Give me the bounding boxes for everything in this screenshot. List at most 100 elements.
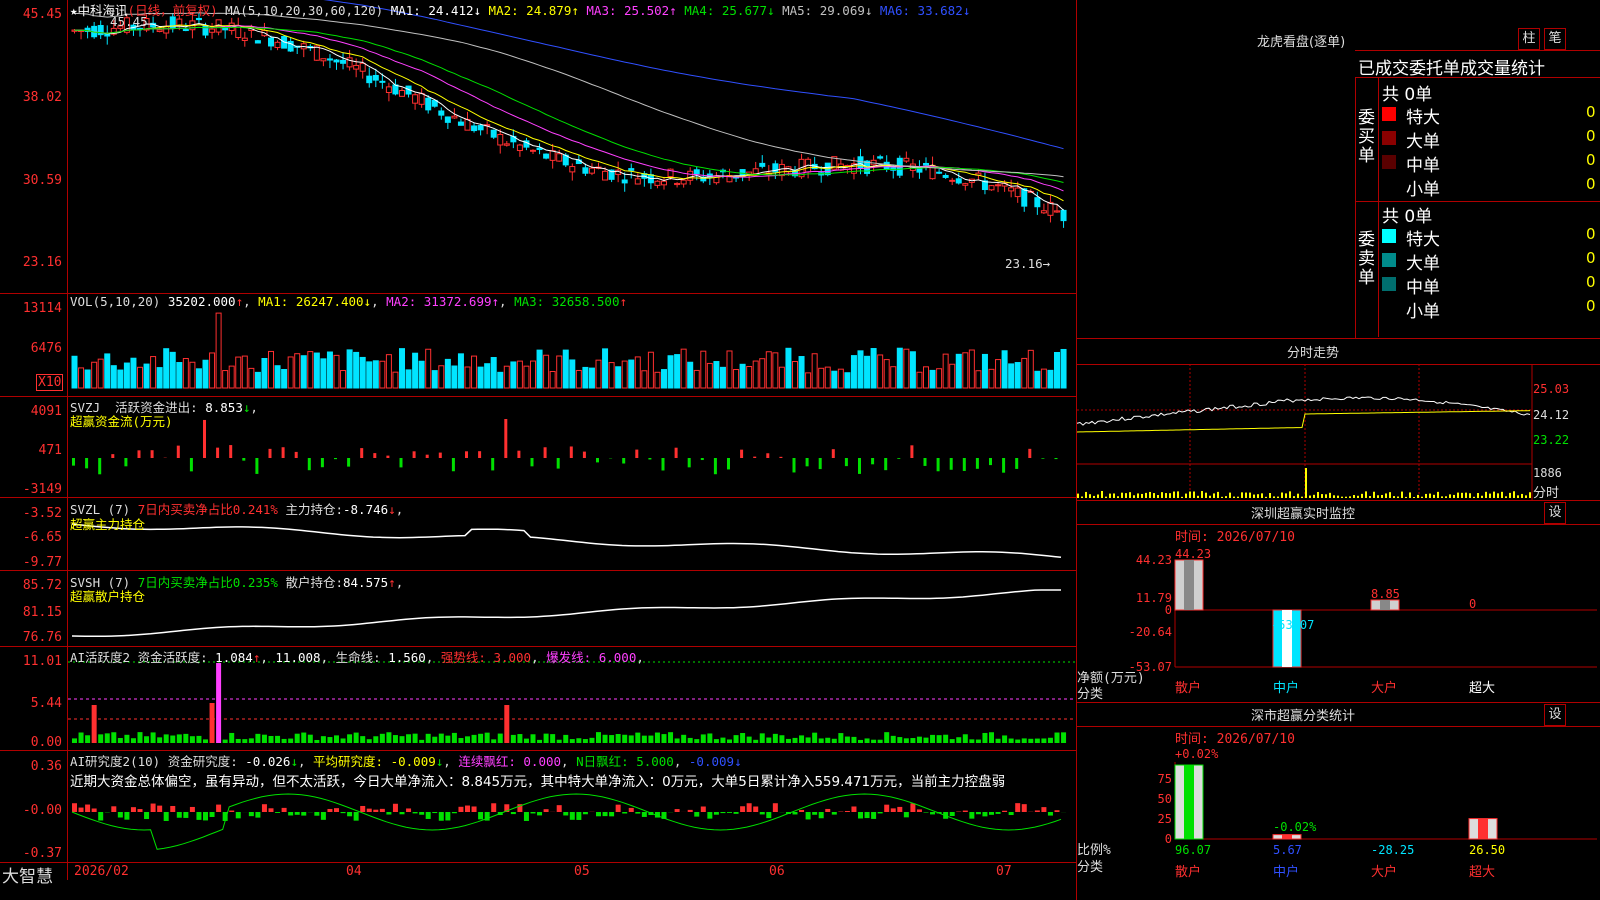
research-bar (831, 812, 837, 815)
vol-unit-label: X10 (36, 374, 64, 391)
activity-bar (700, 734, 706, 743)
vol-axis-2: 6476 (30, 341, 62, 356)
volume-bar (484, 363, 491, 389)
activity-bar (137, 732, 143, 743)
candle-body (451, 115, 458, 119)
candle-body (241, 37, 248, 41)
ai-active-axis-3: 0.00 (30, 735, 62, 750)
volume-bar (326, 351, 333, 389)
volume-bar (346, 349, 353, 389)
fund-flow-bar (360, 448, 364, 458)
sz-class-settings-button[interactable]: 设 (1544, 704, 1566, 726)
intraday-panel[interactable]: 分时走势 25.03 24.12 23.22 1886 分时 (1077, 338, 1600, 501)
activity-bar (451, 732, 457, 743)
fund-flow-bar (412, 451, 416, 458)
favorite-star-icon[interactable]: ★ (70, 3, 78, 18)
intraday-volume-bar (1257, 494, 1259, 498)
research-bar (392, 803, 398, 812)
candle-body (1054, 210, 1060, 213)
research-bar (78, 807, 84, 812)
research-bar (602, 812, 608, 817)
volume-bar (176, 362, 183, 389)
volume-bar (628, 359, 635, 389)
volume-bar (765, 351, 772, 389)
price-info-bar: ★中科海讯(日线，前复权) MA(5,10,20,30,60,120) MA1:… (70, 0, 970, 19)
chart-area[interactable]: ★中科海讯(日线，前复权) MA(5,10,20,30,60,120) MA1:… (0, 0, 1077, 900)
activity-bar (772, 733, 778, 743)
intraday-volume-bar (1213, 493, 1215, 498)
activity-bar (419, 739, 425, 743)
activity-bar (314, 739, 320, 743)
volume-bar (405, 369, 412, 389)
candle-body (353, 64, 360, 70)
research-bar (451, 812, 457, 814)
sell-order-stats: 委卖单 共 0单 特大00%大单00%中单00%小单00% (1355, 201, 1600, 337)
activity-bar (694, 739, 700, 743)
activity-bar (871, 739, 877, 743)
activity-bar (884, 732, 890, 743)
volume-bar (451, 365, 458, 389)
research-bar (412, 812, 418, 814)
fund-flow-bar (871, 458, 875, 465)
candle-body (471, 125, 478, 132)
research-bar (858, 812, 863, 819)
activity-bar (785, 738, 791, 743)
candle-body (1034, 197, 1041, 208)
sz-monitor-chart[interactable]: 44.2311.790-20.64-53.0744.23散户-53.07中户8.… (1077, 524, 1600, 702)
intraday-volume-bar (1125, 493, 1127, 498)
ai-research-axis-1: 0.36 (30, 759, 62, 774)
intraday-volume-bar (1085, 491, 1087, 498)
research-bar (248, 812, 254, 817)
intraday-volume-bar (1525, 495, 1527, 498)
research-bar (163, 812, 169, 821)
bar-view-button[interactable]: 柱 (1518, 28, 1540, 50)
monitor-value-label: 0 (1469, 597, 1476, 611)
intraday-volume-bar (1397, 496, 1399, 498)
volume-bar (248, 367, 255, 389)
volume-bar (91, 361, 98, 389)
fund-flow-bar (962, 458, 966, 471)
activity-bar (831, 738, 837, 743)
volume-bar (562, 349, 569, 389)
intraday-volume-bar (1377, 495, 1379, 498)
volume-bar (189, 361, 196, 389)
intraday-chart[interactable] (1077, 364, 1600, 500)
sell-row-label: 大单 (1406, 254, 1440, 274)
activity-bar (1034, 738, 1040, 743)
volume-bar (1008, 363, 1015, 389)
svsh-axis-2: 81.15 (22, 605, 62, 620)
retail-line (71, 589, 1061, 637)
activity-bar (530, 734, 536, 743)
sz-monitor-settings-button[interactable]: 设 (1544, 502, 1566, 524)
candle-body (268, 37, 274, 47)
activity-bar (288, 738, 294, 743)
activity-bar (635, 732, 641, 743)
activity-bar (890, 735, 896, 743)
research-bar (425, 812, 431, 819)
activity-bar (995, 738, 1001, 743)
candle-body (1021, 188, 1028, 207)
class-category-label: 大户 (1371, 864, 1397, 880)
activity-bar (550, 734, 556, 743)
intraday-volume-bar (1165, 493, 1167, 498)
volume-bar (104, 353, 111, 389)
activity-bar (261, 734, 267, 743)
fund-flow-bar (727, 458, 730, 470)
intraday-volume-bar (1453, 494, 1455, 498)
sz-class-chart[interactable]: 75 50 25 0 +0.02% 96.07 散户 -0.02% 5.67 中户 -28.25 大户… (1077, 726, 1600, 900)
fund-flow-bar (779, 456, 783, 458)
volume-bar (667, 355, 674, 389)
activity-bar (864, 738, 870, 743)
research-bar (347, 812, 353, 817)
intraday-volume-bar (1365, 491, 1367, 498)
volume-bar (156, 367, 163, 389)
intraday-volume-bar (1345, 496, 1347, 498)
tick-view-button[interactable]: 笔 (1544, 28, 1566, 50)
research-bar (903, 812, 909, 818)
class-value-label: 5.67 (1273, 843, 1302, 857)
intraday-volume-bar (1361, 493, 1363, 498)
price-axis-3: 30.59 (22, 173, 62, 188)
volume-bar (281, 368, 288, 389)
activity-bar (1015, 739, 1021, 743)
monitor-category-label: 中户 (1273, 680, 1299, 696)
